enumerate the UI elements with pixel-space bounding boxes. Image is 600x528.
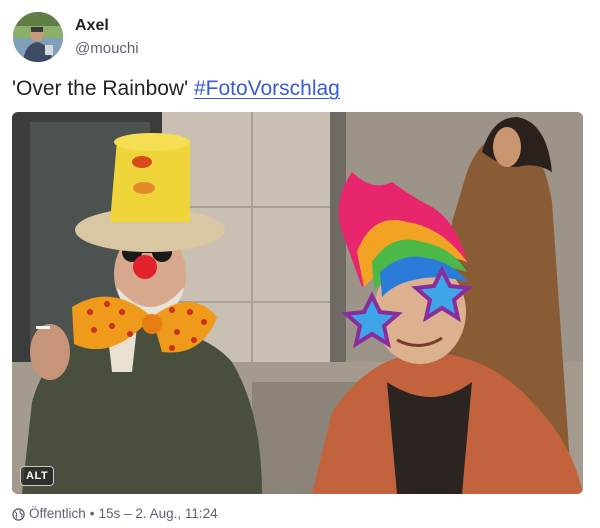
media-attachment[interactable]: ALT [12,112,583,494]
post-text: 'Over the Rainbow' [12,77,194,100]
post-header: Axel @mouchi [13,12,139,62]
visibility-label[interactable]: Öffentlich [29,505,86,523]
attached-photo [12,112,583,494]
post: Axel @mouchi 'Over the Rainbow' #FotoVor… [0,0,600,528]
separator: • [89,506,95,521]
post-content: 'Over the Rainbow' #FotoVorschlag [12,76,340,102]
globe-icon [12,507,25,521]
relative-time[interactable]: 15s [99,505,121,523]
author-info: Axel @mouchi [75,16,139,59]
hashtag-link[interactable]: #FotoVorschlag [194,77,340,100]
author-display-name[interactable]: Axel [75,16,139,36]
time-dash: – [120,506,136,521]
author-handle[interactable]: @mouchi [75,39,139,59]
avatar[interactable] [13,12,63,62]
alt-text-badge[interactable]: ALT [20,466,55,486]
avatar-photo [13,12,63,62]
absolute-time[interactable]: 2. Aug., 11:24 [135,505,217,523]
post-footer: Öffentlich • 15s – 2. Aug., 11:24 [12,505,218,523]
